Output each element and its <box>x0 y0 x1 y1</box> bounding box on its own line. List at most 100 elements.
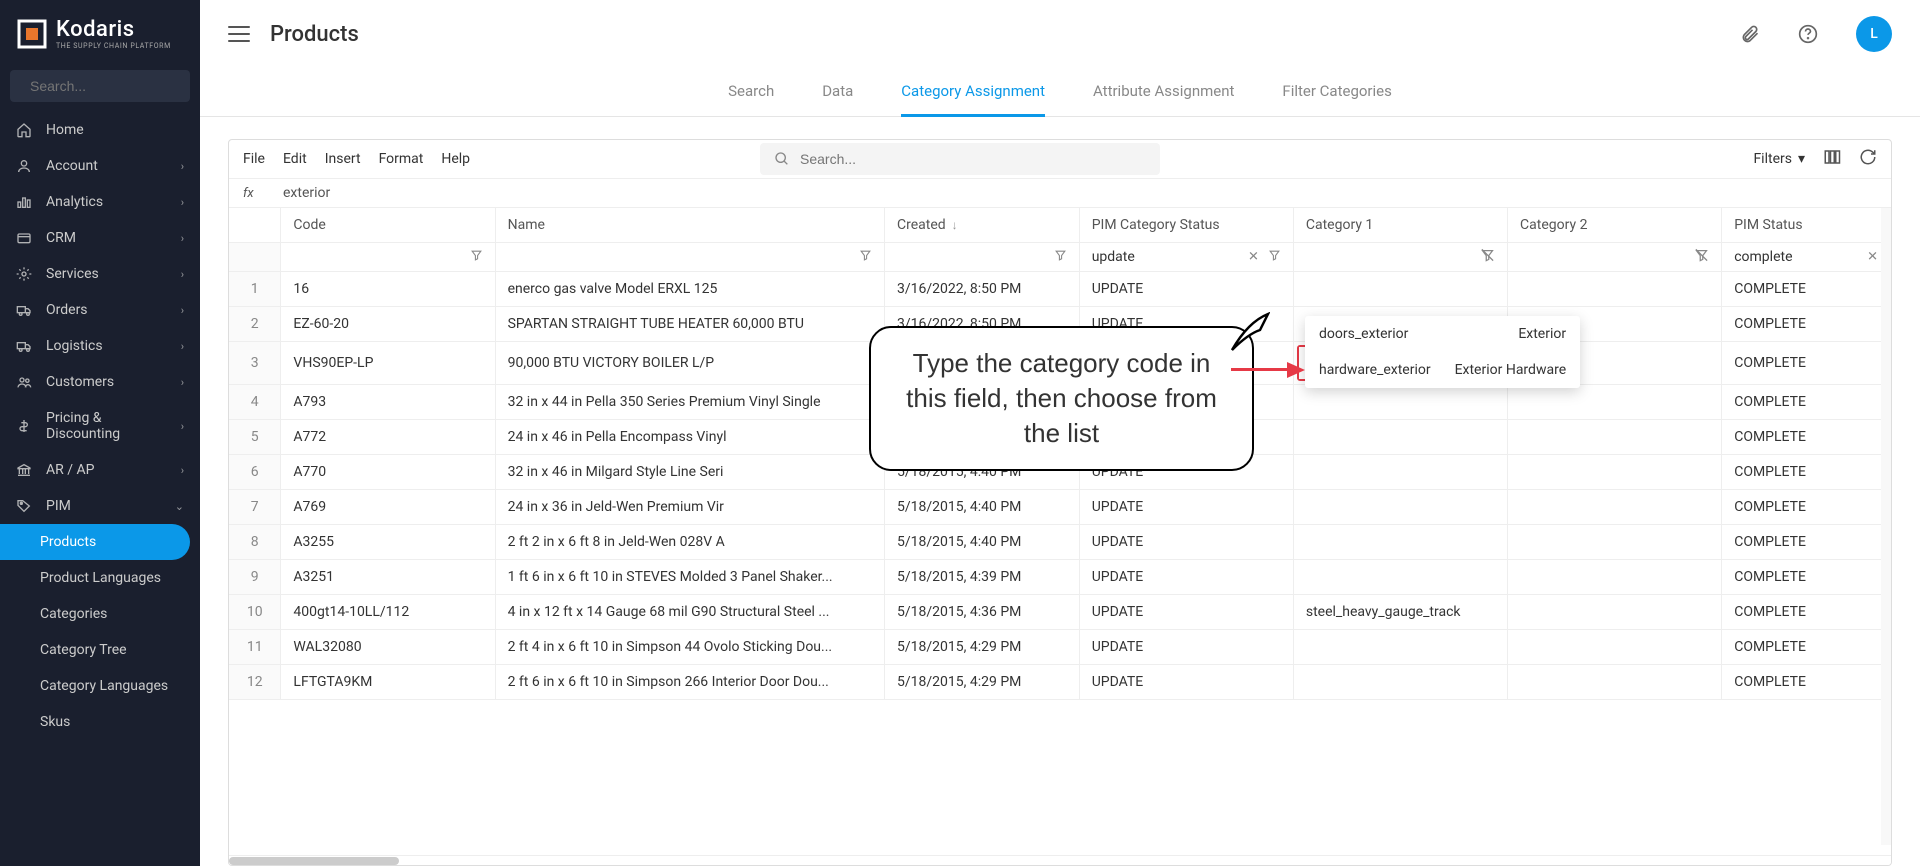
cell-pim-category-status[interactable]: UPDATE <box>1079 630 1293 665</box>
cell-pim-category-status[interactable]: UPDATE <box>1079 490 1293 525</box>
cell-pim-status[interactable]: COMPLETE <box>1722 385 1891 420</box>
column-header-pim-status[interactable]: PIM Status <box>1722 208 1891 243</box>
cell-name[interactable]: 32 in x 46 in Milgard Style Line Seri <box>495 455 884 490</box>
cell-created[interactable]: 5/18/2015, 4:29 PM <box>885 665 1080 700</box>
filter-icon[interactable] <box>1268 249 1281 266</box>
cell-name[interactable]: enerco gas valve Model ERXL 125 <box>495 272 884 307</box>
cell-pim-category-status[interactable]: UPDATE <box>1079 272 1293 307</box>
cell-created[interactable]: 5/18/2015, 4:39 PM <box>885 560 1080 595</box>
tab-filter-categories[interactable]: Filter Categories <box>1282 68 1391 116</box>
help-icon[interactable] <box>1798 24 1818 44</box>
cell-pim-category-status[interactable]: UPDATE <box>1079 525 1293 560</box>
tab-search[interactable]: Search <box>728 68 774 116</box>
vertical-scrollbar[interactable] <box>1881 208 1891 845</box>
tab-category-assignment[interactable]: Category Assignment <box>901 68 1045 117</box>
column-header-pim-category-status[interactable]: PIM Category Status <box>1079 208 1293 243</box>
cell-name[interactable]: 4 in x 12 ft x 14 Gauge 68 mil G90 Struc… <box>495 595 884 630</box>
cell-category-2[interactable] <box>1508 420 1722 455</box>
cell-created[interactable]: 5/18/2015, 4:40 PM <box>885 525 1080 560</box>
cell-category-2[interactable] <box>1508 455 1722 490</box>
sidebar-item-skus[interactable]: Skus <box>0 704 200 740</box>
cell-pim-status[interactable]: COMPLETE <box>1722 307 1891 342</box>
sidebar-item-product-languages[interactable]: Product Languages <box>0 560 200 596</box>
cell-pim-category-status[interactable]: UPDATE <box>1079 595 1293 630</box>
cell-code[interactable]: 16 <box>281 272 495 307</box>
no-filter-icon[interactable] <box>1480 248 1495 267</box>
filter-icon[interactable] <box>859 249 872 266</box>
menu-file[interactable]: File <box>243 151 265 167</box>
cell-code[interactable]: A793 <box>281 385 495 420</box>
cell-name[interactable]: 2 ft 2 in x 6 ft 8 in Jeld-Wen 028V A <box>495 525 884 560</box>
filter-created[interactable] <box>885 243 1080 272</box>
cell-pim-category-status[interactable]: UPDATE <box>1079 560 1293 595</box>
cell-pim-status[interactable]: COMPLETE <box>1722 455 1891 490</box>
cell-code[interactable]: 400gt14-10LL/112 <box>281 595 495 630</box>
cell-category-1[interactable]: steel_heavy_gauge_track <box>1293 595 1507 630</box>
sidebar-item-home[interactable]: Home <box>0 112 200 148</box>
cell-category-2[interactable] <box>1508 490 1722 525</box>
grid-search[interactable] <box>760 143 1160 175</box>
filter-icon[interactable] <box>1054 249 1067 266</box>
column-header-category-[interactable]: Category 1 <box>1293 208 1507 243</box>
column-header-name[interactable]: Name <box>495 208 884 243</box>
tab-data[interactable]: Data <box>822 68 853 116</box>
filter-category-2[interactable] <box>1508 243 1722 272</box>
sidebar-item-logistics[interactable]: Logistics› <box>0 328 200 364</box>
cell-code[interactable]: A769 <box>281 490 495 525</box>
sidebar-item-pim[interactable]: PIM⌄ <box>0 488 200 524</box>
clear-icon[interactable]: ✕ <box>1867 250 1878 265</box>
cell-category-1[interactable] <box>1293 455 1507 490</box>
cell-category-2[interactable] <box>1508 385 1722 420</box>
filter-name[interactable] <box>495 243 884 272</box>
cell-pim-status[interactable]: COMPLETE <box>1722 272 1891 307</box>
menu-edit[interactable]: Edit <box>283 151 307 167</box>
cell-category-1[interactable] <box>1293 272 1507 307</box>
cell-category-2[interactable] <box>1508 560 1722 595</box>
menu-help[interactable]: Help <box>441 151 470 167</box>
column-header-created[interactable]: Created↓ <box>885 208 1080 243</box>
cell-category-2[interactable] <box>1508 272 1722 307</box>
cell-code[interactable]: A3251 <box>281 560 495 595</box>
dropdown-option-hardware_exterior[interactable]: hardware_exteriorExterior Hardware <box>1305 352 1580 388</box>
menu-insert[interactable]: Insert <box>325 151 361 167</box>
sidebar-item-orders[interactable]: Orders› <box>0 292 200 328</box>
cell-code[interactable]: A3255 <box>281 525 495 560</box>
cell-category-1[interactable] <box>1293 560 1507 595</box>
cell-category-2[interactable] <box>1508 595 1722 630</box>
filter-category-1[interactable] <box>1293 243 1507 272</box>
sidebar-item-category-languages[interactable]: Category Languages <box>0 668 200 704</box>
cell-pim-status[interactable]: COMPLETE <box>1722 525 1891 560</box>
cell-code[interactable]: EZ-60-20 <box>281 307 495 342</box>
cell-category-2[interactable] <box>1508 525 1722 560</box>
sidebar-item-crm[interactable]: CRM› <box>0 220 200 256</box>
cell-name[interactable]: 24 in x 46 in Pella Encompass Vinyl <box>495 420 884 455</box>
cell-category-1[interactable] <box>1293 385 1507 420</box>
cell-created[interactable]: 5/18/2015, 4:40 PM <box>885 490 1080 525</box>
cell-category-2[interactable] <box>1508 630 1722 665</box>
sidebar-item-customers[interactable]: Customers› <box>0 364 200 400</box>
no-filter-icon[interactable] <box>1694 248 1709 267</box>
cell-code[interactable]: A770 <box>281 455 495 490</box>
dropdown-option-doors_exterior[interactable]: doors_exteriorExterior <box>1305 316 1580 352</box>
filters-button[interactable]: Filters ▾ <box>1753 151 1805 167</box>
avatar[interactable]: L <box>1856 16 1892 52</box>
sidebar-item-categories[interactable]: Categories <box>0 596 200 632</box>
cell-name[interactable]: 90,000 BTU VICTORY BOILER L/P <box>495 342 884 385</box>
filter-icon[interactable] <box>470 249 483 266</box>
menu-format[interactable]: Format <box>379 151 424 167</box>
columns-icon[interactable] <box>1823 148 1841 170</box>
cell-pim-category-status[interactable]: UPDATE <box>1079 665 1293 700</box>
clear-icon[interactable]: ✕ <box>1248 250 1259 265</box>
filter-code[interactable] <box>281 243 495 272</box>
cell-created[interactable]: 5/18/2015, 4:29 PM <box>885 630 1080 665</box>
sidebar-item-services[interactable]: Services› <box>0 256 200 292</box>
cell-pim-status[interactable]: COMPLETE <box>1722 665 1891 700</box>
sidebar-search-input[interactable] <box>30 78 200 94</box>
cell-code[interactable]: WAL32080 <box>281 630 495 665</box>
filter-pim-status[interactable]: complete✕ <box>1722 243 1891 272</box>
cell-name[interactable]: 2 ft 6 in x 6 ft 10 in Simpson 266 Inter… <box>495 665 884 700</box>
cell-name[interactable]: 2 ft 4 in x 6 ft 10 in Simpson 44 Ovolo … <box>495 630 884 665</box>
cell-created[interactable]: 5/18/2015, 4:36 PM <box>885 595 1080 630</box>
cell-code[interactable]: VHS90EP-LP <box>281 342 495 385</box>
sidebar-item-analytics[interactable]: Analytics› <box>0 184 200 220</box>
